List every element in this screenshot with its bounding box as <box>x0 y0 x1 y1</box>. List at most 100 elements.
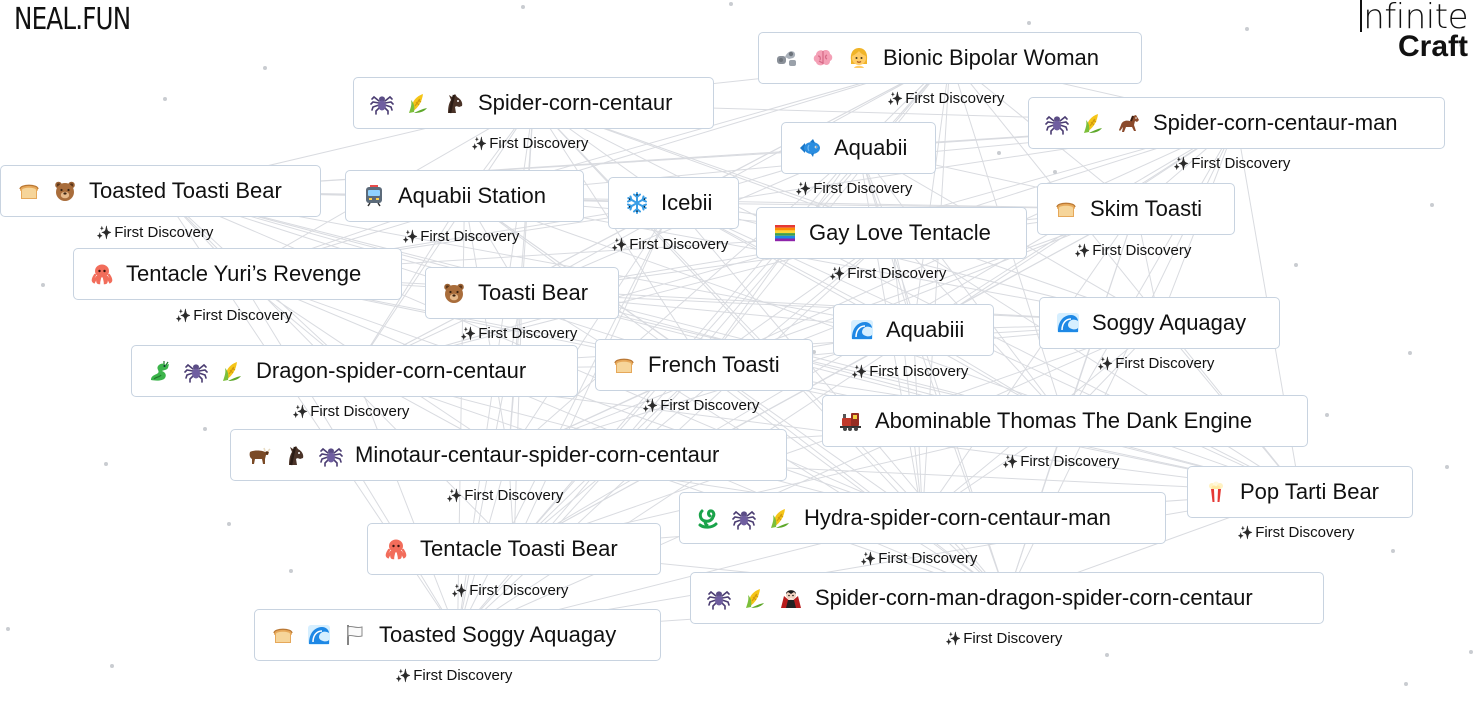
spider-icon <box>707 586 731 610</box>
element-label: Bionic Bipolar Woman <box>883 45 1100 70</box>
first-discovery-badge: ✨ First Discovery <box>1173 155 1290 172</box>
bread-icon <box>612 353 636 377</box>
element-emojis <box>247 443 343 467</box>
corn-icon <box>406 91 430 115</box>
element-aquabii[interactable]: Aquabii <box>781 122 936 174</box>
discovery-text: First Discovery <box>813 180 913 197</box>
discovery-text: First Discovery <box>905 90 1005 107</box>
bear-icon <box>53 179 77 203</box>
spider-icon <box>319 443 343 467</box>
wave-icon <box>307 623 331 647</box>
element-soggy-aquagay[interactable]: Soggy Aquagay <box>1039 297 1280 349</box>
background-dot <box>110 664 114 668</box>
first-discovery-badge: ✨ First Discovery <box>642 397 759 414</box>
first-discovery-badge: ✨ First Discovery <box>829 265 946 282</box>
bread-icon <box>1054 197 1078 221</box>
neal-fun-logo[interactable]: NEAL.FUN <box>14 2 131 37</box>
sparkle-icon: ✨ <box>1173 156 1190 171</box>
element-french-toasti[interactable]: French Toasti <box>595 339 813 391</box>
discovery-text: First Discovery <box>193 307 293 324</box>
snowflake-icon <box>625 191 649 215</box>
first-discovery-badge: ✨ First Discovery <box>851 363 968 380</box>
element-spider-corn-centaur[interactable]: Spider-corn-centaur <box>353 77 714 129</box>
first-discovery-badge: ✨ First Discovery <box>1074 242 1191 259</box>
discovery-text: First Discovery <box>310 403 410 420</box>
element-tentacle-toasti-bear[interactable]: Tentacle Toasti Bear <box>367 523 661 575</box>
first-discovery-badge: ✨ First Discovery <box>460 325 577 342</box>
element-spider-corn-centaur-man[interactable]: Spider-corn-centaur-man <box>1028 97 1445 149</box>
dragon-icon <box>148 359 172 383</box>
discovery-text: First Discovery <box>1092 242 1192 259</box>
element-emojis <box>148 359 244 383</box>
element-bionic-bipolar-woman[interactable]: Bionic Bipolar Woman <box>758 32 1142 84</box>
first-discovery-badge: ✨ First Discovery <box>395 667 512 684</box>
spider-icon <box>1045 111 1069 135</box>
background-dot <box>1325 413 1329 417</box>
corn-icon <box>1081 111 1105 135</box>
background-dot <box>6 627 10 631</box>
background-dot <box>163 97 167 101</box>
element-pop-tarti-bear[interactable]: Pop Tarti Bear <box>1187 466 1413 518</box>
element-toasted-toasti-bear[interactable]: Toasted Toasti Bear <box>0 165 321 217</box>
element-tentacle-yuri-s-revenge[interactable]: Tentacle Yuri’s Revenge <box>73 248 402 300</box>
discovery-text: First Discovery <box>114 224 214 241</box>
first-discovery-badge: ✨ First Discovery <box>887 90 1004 107</box>
background-dot <box>41 283 45 287</box>
element-label: Spider-corn-centaur <box>478 90 673 115</box>
octopus-icon <box>90 262 114 286</box>
element-emojis <box>612 353 636 377</box>
element-abominable-thomas-the-dank-engine[interactable]: Abominable Thomas The Dank Engine <box>822 395 1308 447</box>
sparkle-icon: ✨ <box>395 668 412 683</box>
bread-icon <box>17 179 41 203</box>
sparkle-icon: ✨ <box>96 225 113 240</box>
element-label: Spider-corn-centaur-man <box>1153 110 1398 135</box>
element-spider-corn-man-dragon-spider-corn-centaur[interactable]: Spider-corn-man-dragon-spider-corn-centa… <box>690 572 1324 624</box>
spider-icon <box>732 506 756 530</box>
element-label: Hydra-spider-corn-centaur-man <box>804 505 1111 530</box>
element-label: Pop Tarti Bear <box>1240 479 1380 504</box>
element-emojis <box>839 409 863 433</box>
discovery-text: First Discovery <box>629 236 729 253</box>
element-emojis <box>707 586 803 610</box>
element-label: French Toasti <box>648 352 780 377</box>
sparkle-icon: ✨ <box>1097 356 1114 371</box>
octopus-icon <box>384 537 408 561</box>
first-discovery-badge: ✨ First Discovery <box>945 630 1062 647</box>
element-label: Toasted Soggy Aquagay <box>379 622 617 647</box>
element-skim-toasti[interactable]: Skim Toasti <box>1037 183 1235 235</box>
element-label: Tentacle Yuri’s Revenge <box>126 261 362 286</box>
horse-head-icon <box>442 91 466 115</box>
horse-icon <box>1117 111 1141 135</box>
element-icebii[interactable]: Icebii <box>608 177 739 229</box>
element-toasti-bear[interactable]: Toasti Bear <box>425 267 619 319</box>
mechanical-arm-icon <box>775 46 799 70</box>
first-discovery-badge: ✨ First Discovery <box>1002 453 1119 470</box>
element-minotaur-centaur-spider-corn-centaur[interactable]: Minotaur-centaur-spider-corn-centaur <box>230 429 787 481</box>
element-aquabii-station[interactable]: Aquabii Station <box>345 170 584 222</box>
element-aquabiii[interactable]: Aquabiii <box>833 304 994 356</box>
discovery-text: First Discovery <box>869 363 969 380</box>
element-emojis <box>850 318 874 342</box>
background-dot <box>1391 549 1395 553</box>
popcorn-icon <box>1204 480 1228 504</box>
element-label: Soggy Aquagay <box>1092 310 1247 335</box>
element-dragon-spider-corn-centaur[interactable]: Dragon-spider-corn-centaur <box>131 345 578 397</box>
element-emojis <box>798 136 822 160</box>
rainbow-flag-icon <box>773 221 797 245</box>
element-label: Abominable Thomas The Dank Engine <box>875 408 1253 433</box>
discovery-text: First Discovery <box>478 325 578 342</box>
discovery-text: First Discovery <box>1255 524 1355 541</box>
element-emojis <box>384 537 408 561</box>
sparkle-icon: ✨ <box>611 237 628 252</box>
sparkle-icon: ✨ <box>402 229 419 244</box>
element-toasted-soggy-aquagay[interactable]: Toasted Soggy Aquagay <box>254 609 661 661</box>
element-hydra-spider-corn-centaur-man[interactable]: Hydra-spider-corn-centaur-man <box>679 492 1166 544</box>
woman-icon <box>847 46 871 70</box>
element-emojis <box>271 623 367 647</box>
background-dot <box>1404 682 1408 686</box>
element-gay-love-tentacle[interactable]: Gay Love Tentacle <box>756 207 1027 259</box>
spider-icon <box>184 359 208 383</box>
discovery-text: First Discovery <box>1020 453 1120 470</box>
horse-head-icon <box>283 443 307 467</box>
background-dot <box>1245 27 1249 31</box>
